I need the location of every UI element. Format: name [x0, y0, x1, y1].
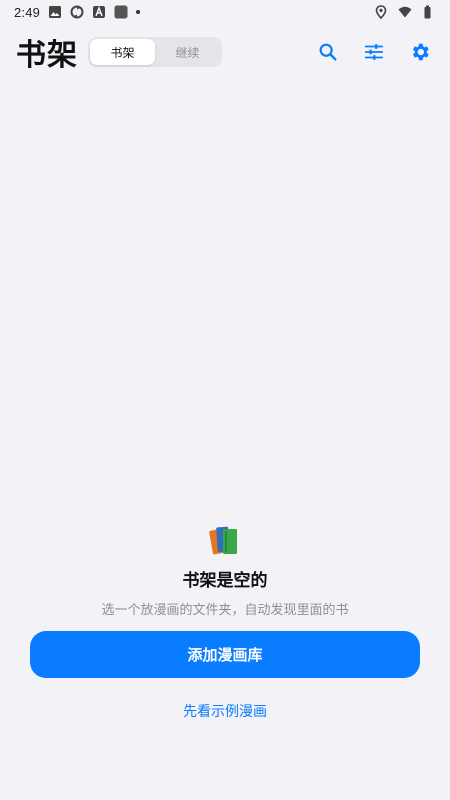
add-library-button[interactable]: 添加漫画库 — [30, 631, 420, 678]
page-title: 书架 — [16, 38, 78, 73]
app-header: 书架 书架 继续 — [0, 30, 450, 74]
filter-sliders-icon — [364, 44, 384, 60]
search-button[interactable] — [316, 40, 340, 64]
view-segmented-control: 书架 继续 — [88, 37, 222, 67]
status-time: 2:49 — [14, 4, 41, 20]
status-bar: 2:49 — [0, 0, 450, 24]
tab-continue[interactable]: 继续 — [155, 39, 220, 65]
wifi-icon — [398, 5, 412, 19]
search-icon — [319, 43, 337, 61]
header-actions — [316, 40, 438, 64]
empty-state-subtitle: 选一个放漫画的文件夹，自动发现里面的书 — [101, 603, 349, 618]
status-right — [374, 5, 436, 19]
filter-button[interactable] — [362, 40, 386, 64]
empty-state: 书架是空的 选一个放漫画的文件夹，自动发现里面的书 — [0, 522, 450, 618]
screen: 2:49 书架 书架 继续 书架是空的 选一个放漫画的文件夹，自动发现里面的书 … — [0, 0, 450, 800]
status-left: 2:49 — [14, 4, 141, 20]
settings-button[interactable] — [408, 40, 432, 64]
gallery-icon — [48, 5, 62, 19]
gear-icon — [412, 43, 429, 61]
font-a-icon — [92, 5, 106, 19]
view-sample-link[interactable]: 先看示例漫画 — [0, 700, 450, 722]
sync-icon — [70, 5, 84, 19]
tab-bookshelf[interactable]: 书架 — [90, 39, 155, 65]
app-square-icon — [114, 5, 128, 19]
location-pin-icon — [374, 5, 388, 19]
books-icon — [209, 526, 237, 555]
dot-icon — [136, 10, 141, 14]
empty-state-title: 书架是空的 — [182, 571, 268, 591]
battery-icon — [422, 5, 436, 19]
